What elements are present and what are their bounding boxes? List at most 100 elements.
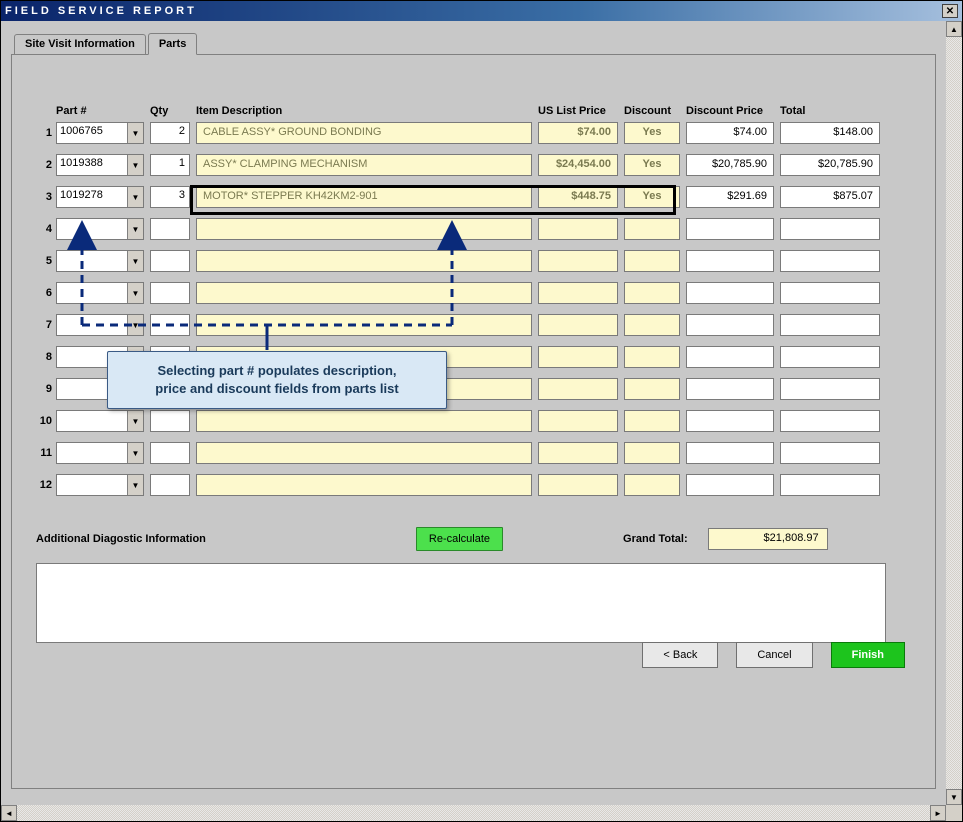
part-row: 4▼: [36, 217, 911, 241]
description-field: MOTOR* STEPPER KH42KM2-901: [196, 186, 532, 208]
close-icon[interactable]: ✕: [942, 4, 958, 18]
list-price-field: [538, 250, 618, 272]
recalculate-button[interactable]: Re-calculate: [416, 527, 503, 551]
chevron-down-icon[interactable]: ▼: [127, 187, 143, 207]
part-number-select[interactable]: ▼: [56, 474, 144, 496]
grand-total-value: $21,808.97: [708, 528, 828, 550]
chevron-down-icon[interactable]: ▼: [127, 411, 143, 431]
discount-field: [624, 218, 680, 240]
part-number-select[interactable]: 1006765▼: [56, 122, 144, 144]
qty-input[interactable]: [150, 442, 190, 464]
total-field: $148.00: [780, 122, 880, 144]
qty-input[interactable]: [150, 282, 190, 304]
total-field: [780, 250, 880, 272]
qty-input[interactable]: 1: [150, 154, 190, 176]
annotation-callout: Selecting part # populates description, …: [107, 351, 447, 409]
part-row: 10▼: [36, 409, 911, 433]
part-row: 6▼: [36, 281, 911, 305]
qty-input[interactable]: 2: [150, 122, 190, 144]
discount-price-field: [686, 410, 774, 432]
description-field: [196, 218, 532, 240]
part-number-select[interactable]: ▼: [56, 314, 144, 336]
qty-input[interactable]: [150, 218, 190, 240]
row-number: 11: [36, 447, 56, 459]
part-number-select[interactable]: 1019388▼: [56, 154, 144, 176]
part-number-value: 1019388: [57, 155, 127, 175]
part-number-value: [57, 283, 127, 303]
discount-price-field: [686, 346, 774, 368]
discount-price-field: [686, 218, 774, 240]
scroll-left-button[interactable]: ◄: [1, 805, 17, 821]
total-field: [780, 442, 880, 464]
discount-field: [624, 346, 680, 368]
description-field: [196, 250, 532, 272]
total-field: $875.07: [780, 186, 880, 208]
part-number-value: [57, 475, 127, 495]
part-number-select[interactable]: ▼: [56, 218, 144, 240]
total-field: [780, 282, 880, 304]
part-number-value: [57, 219, 127, 239]
scroll-right-button[interactable]: ►: [930, 805, 946, 821]
chevron-down-icon[interactable]: ▼: [127, 283, 143, 303]
diagnostic-label: Additional Diagostic Information: [36, 533, 206, 545]
row-number: 4: [36, 223, 56, 235]
chevron-down-icon[interactable]: ▼: [127, 155, 143, 175]
scroll-down-button[interactable]: ▼: [946, 789, 962, 805]
total-field: [780, 218, 880, 240]
part-number-select[interactable]: ▼: [56, 410, 144, 432]
finish-button[interactable]: Finish: [831, 642, 905, 668]
qty-input[interactable]: 3: [150, 186, 190, 208]
header-desc: Item Description: [196, 105, 532, 117]
total-field: [780, 346, 880, 368]
cancel-button[interactable]: Cancel: [736, 642, 812, 668]
list-price-field: $74.00: [538, 122, 618, 144]
tab-parts[interactable]: Parts: [148, 33, 198, 55]
part-number-select[interactable]: ▼: [56, 442, 144, 464]
chevron-down-icon[interactable]: ▼: [127, 123, 143, 143]
part-number-value: 1006765: [57, 123, 127, 143]
tab-site-visit[interactable]: Site Visit Information: [14, 34, 146, 56]
row-number: 12: [36, 479, 56, 491]
qty-input[interactable]: [150, 314, 190, 336]
tab-panel: Part # Qty Item Description US List Pric…: [11, 54, 936, 789]
row-number: 9: [36, 383, 56, 395]
part-row: 7▼: [36, 313, 911, 337]
chevron-down-icon[interactable]: ▼: [127, 219, 143, 239]
qty-input[interactable]: [150, 410, 190, 432]
total-field: [780, 314, 880, 336]
part-row: 21019388▼1ASSY* CLAMPING MECHANISM$24,45…: [36, 153, 911, 177]
scroll-horizontal-track[interactable]: [17, 805, 930, 821]
client-area: Site Visit Information Parts Part # Qty …: [1, 21, 946, 805]
back-button[interactable]: < Back: [642, 642, 718, 668]
discount-field: [624, 474, 680, 496]
discount-field: [624, 282, 680, 304]
scroll-up-button[interactable]: ▲: [946, 21, 962, 37]
part-row: 31019278▼3MOTOR* STEPPER KH42KM2-901$448…: [36, 185, 911, 209]
part-number-value: [57, 315, 127, 335]
chevron-down-icon[interactable]: ▼: [127, 315, 143, 335]
window-title: FIELD SERVICE REPORT: [5, 5, 197, 17]
row-number: 7: [36, 319, 56, 331]
part-number-select[interactable]: ▼: [56, 282, 144, 304]
tab-strip: Site Visit Information Parts: [14, 33, 936, 55]
part-number-select[interactable]: 1019278▼: [56, 186, 144, 208]
chevron-down-icon[interactable]: ▼: [127, 443, 143, 463]
chevron-down-icon[interactable]: ▼: [127, 251, 143, 271]
part-row: 12 ▼: [36, 473, 911, 497]
grand-total-label: Grand Total:: [623, 533, 688, 545]
discount-field: [624, 314, 680, 336]
diagnostic-textarea[interactable]: [36, 563, 886, 643]
description-field: ASSY* CLAMPING MECHANISM: [196, 154, 532, 176]
window: FIELD SERVICE REPORT ✕ ▲ ▼ ◄ ► Site Visi…: [0, 0, 963, 822]
qty-input[interactable]: [150, 474, 190, 496]
list-price-field: [538, 282, 618, 304]
description-field: CABLE ASSY* GROUND BONDING: [196, 122, 532, 144]
scroll-vertical-track[interactable]: [946, 37, 962, 789]
part-number-select[interactable]: ▼: [56, 250, 144, 272]
chevron-down-icon[interactable]: ▼: [127, 475, 143, 495]
description-field: [196, 474, 532, 496]
list-price-field: [538, 218, 618, 240]
description-field: [196, 442, 532, 464]
part-number-value: [57, 251, 127, 271]
qty-input[interactable]: [150, 250, 190, 272]
